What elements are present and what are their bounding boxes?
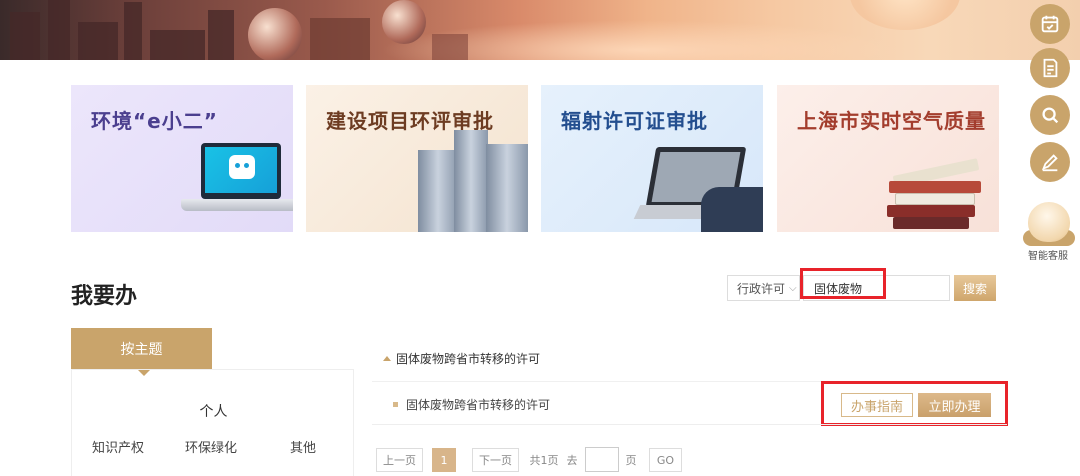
tile-construction-eia[interactable]: 建设项目环评审批 — [306, 85, 528, 232]
page-suffix-label: 页 — [625, 454, 637, 467]
laptop-illustration — [201, 143, 281, 199]
tile-air-quality[interactable]: 上海市实时空气质量 — [777, 85, 999, 232]
top-banner — [0, 0, 1080, 60]
page-1-button[interactable]: 1 — [432, 448, 456, 472]
calendar-check-icon — [1041, 15, 1059, 33]
skyscraper-illustration — [486, 144, 528, 232]
banner-building — [48, 0, 70, 60]
go-button[interactable]: GO — [649, 448, 682, 472]
result-group-header[interactable]: 固体废物跨省市转移的许可 — [383, 350, 540, 367]
result-group-title: 固体废物跨省市转移的许可 — [396, 352, 541, 366]
book-icon — [893, 217, 969, 229]
category-select[interactable]: 行政许可 ⌵ — [727, 275, 800, 301]
total-pages: 共1页 — [529, 454, 559, 467]
banner-building — [150, 30, 205, 60]
tile-title: 辐射许可证审批 — [561, 109, 708, 133]
chevron-down-icon: ⌵ — [789, 282, 797, 294]
page-number-input[interactable] — [585, 447, 619, 472]
theme-group-personal: 个人 — [199, 404, 228, 420]
goto-label: 去 — [566, 454, 578, 467]
book-icon — [889, 181, 981, 193]
theme-panel: 个人 知识产权 环保绿化 其他 — [71, 369, 354, 476]
banner-tower-sphere — [382, 0, 426, 44]
caret-up-icon — [383, 356, 391, 361]
highlight-box-actions — [821, 381, 1008, 426]
category-ip[interactable]: 知识产权 — [92, 437, 144, 456]
banner-building — [432, 34, 468, 60]
result-item-name[interactable]: 固体废物跨省市转移的许可 — [406, 396, 550, 413]
write-side-button[interactable] — [1030, 142, 1070, 182]
banner-building — [78, 22, 118, 60]
banner-building — [10, 12, 40, 60]
skyscraper-illustration — [454, 130, 488, 232]
pen-icon — [1041, 154, 1058, 172]
category-select-value: 行政许可 — [737, 281, 786, 296]
document-edit-button[interactable] — [1030, 48, 1070, 88]
calendar-check-button[interactable] — [1030, 4, 1070, 44]
book-icon — [887, 205, 975, 217]
banner-building — [310, 18, 370, 60]
bullet-icon — [393, 402, 398, 407]
banner-building — [124, 2, 142, 60]
smart-service-bot[interactable] — [1022, 198, 1076, 246]
search-side-button[interactable] — [1030, 95, 1070, 135]
hand-illustration — [701, 187, 763, 232]
highlight-box-search — [800, 268, 886, 299]
search-icon — [1042, 107, 1059, 124]
tile-title: 环境“e小二” — [91, 109, 218, 133]
tile-title: 上海市实时空气质量 — [797, 109, 986, 133]
search-button[interactable]: 搜索 — [954, 275, 996, 301]
category-environment-greening[interactable]: 环保绿化 — [185, 437, 237, 456]
category-other[interactable]: 其他 — [290, 437, 316, 456]
banner-tower-sphere — [248, 8, 302, 60]
tile-radiation-license[interactable]: 辐射许可证审批 — [541, 85, 763, 232]
result-item: 固体废物跨省市转移的许可 — [393, 396, 550, 413]
book-icon — [895, 193, 975, 205]
divider — [372, 424, 1007, 425]
smart-service-label[interactable]: 智能客服 — [1022, 247, 1074, 262]
robot-icon — [229, 155, 255, 179]
document-edit-icon — [1043, 58, 1058, 78]
prev-page-button[interactable]: 上一页 — [376, 448, 423, 472]
section-title: 我要办 — [71, 284, 138, 309]
banner-building — [208, 10, 234, 60]
skyscraper-illustration — [418, 150, 458, 232]
next-page-button[interactable]: 下一页 — [472, 448, 519, 472]
laptop-base — [181, 199, 293, 211]
tile-e-xiaoer[interactable]: 环境“e小二” — [71, 85, 293, 232]
tab-by-theme[interactable]: 按主题 — [71, 328, 212, 376]
bot-avatar-icon — [1028, 202, 1070, 242]
